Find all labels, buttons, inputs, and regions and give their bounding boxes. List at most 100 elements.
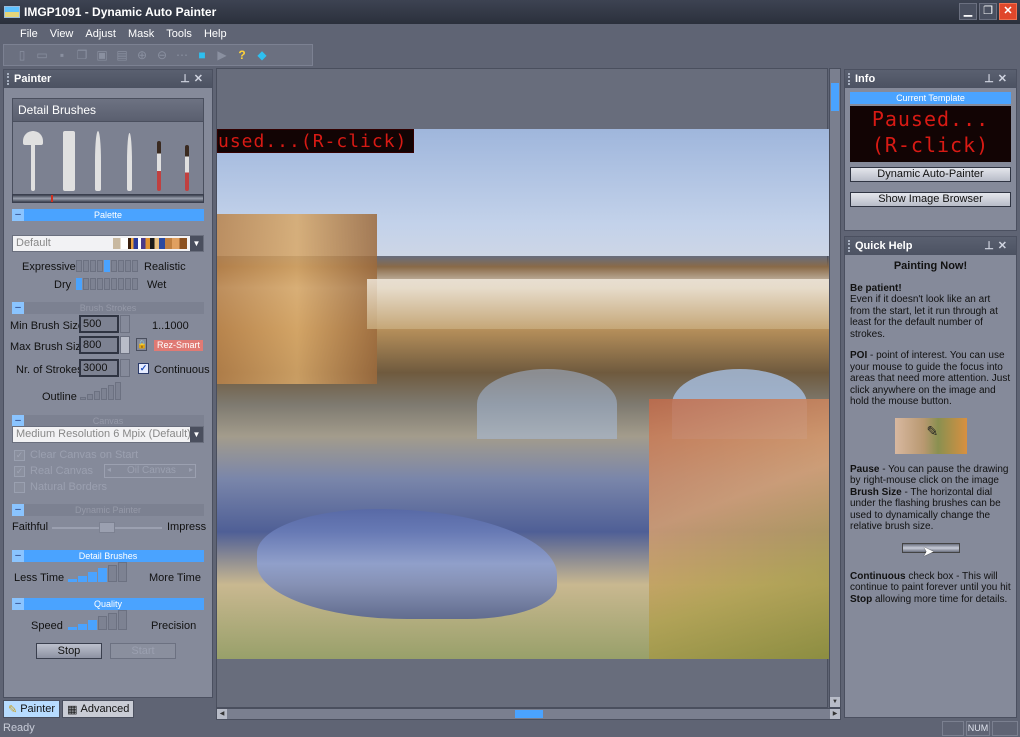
chevron-down-icon[interactable]: ▼ — [190, 427, 203, 442]
tab-painter[interactable]: ✎ Painter — [3, 700, 61, 718]
collapse-icon[interactable]: – — [12, 504, 24, 516]
scroll-thumb[interactable] — [515, 710, 543, 718]
max-brush-input[interactable]: 800 — [79, 336, 119, 354]
chevron-down-icon[interactable]: ▼ — [190, 236, 203, 251]
new-icon[interactable]: ▯ — [14, 47, 30, 63]
panel-title: Painter — [14, 73, 52, 85]
grip-icon[interactable] — [848, 240, 850, 252]
horizontal-scrollbar[interactable]: ◀ ▶ — [216, 708, 841, 720]
min-brush-input[interactable]: 500 — [79, 315, 119, 333]
canvas-type-selector[interactable]: ◂ Oil Canvas ▸ — [104, 464, 196, 478]
menu-adjust[interactable]: Adjust — [79, 28, 122, 40]
copy-icon[interactable]: ❐ — [74, 47, 90, 63]
grip-icon[interactable] — [848, 73, 850, 85]
lock-icon[interactable]: 🔒 — [136, 338, 147, 351]
tab-advanced[interactable]: ▦ Advanced — [62, 700, 135, 718]
real-canvas-checkbox[interactable]: ✓ — [14, 466, 25, 477]
dry-label: Dry — [54, 279, 72, 291]
collapse-icon[interactable]: – — [12, 598, 24, 610]
close-button[interactable]: ✕ — [999, 3, 1017, 20]
restore-button[interactable]: ❐ — [979, 3, 997, 20]
tab-label: Painter — [20, 703, 56, 715]
natural-borders-checkbox[interactable] — [14, 482, 25, 493]
info-panel-header: Info ⊥✕ — [845, 70, 1016, 88]
faithful-label: Faithful — [12, 521, 49, 533]
strokes-spinner[interactable] — [120, 359, 130, 377]
start-button[interactable]: Start — [110, 643, 176, 659]
stop-icon[interactable]: ■ — [194, 47, 210, 63]
pen-cursor-icon: ✎ — [926, 422, 939, 439]
paintbrush-icon: ✎ — [8, 703, 18, 716]
palette-section[interactable]: – Palette — [12, 209, 204, 221]
image-browser-icon[interactable]: ◆ — [254, 47, 270, 63]
detail-level-slider[interactable] — [68, 562, 127, 582]
open-icon[interactable]: ▭ — [34, 47, 50, 63]
dynamic-painter-section[interactable]: – Dynamic Painter — [12, 504, 204, 516]
stop-button[interactable]: Stop — [36, 643, 102, 659]
zoom-out-icon[interactable]: ⊖ — [154, 47, 170, 63]
tab-label: Advanced — [80, 703, 130, 715]
fit-icon[interactable]: ⋯ — [174, 47, 190, 63]
rez-smart-badge[interactable]: Rez-Smart — [154, 340, 204, 351]
brush-strokes-section[interactable]: – Brush Strokes — [12, 302, 204, 314]
brush-size-dial[interactable] — [12, 194, 204, 203]
range-label: 1..1000 — [152, 320, 189, 332]
menu-tools[interactable]: Tools — [160, 28, 198, 40]
less-time-label: Less Time — [14, 572, 65, 584]
max-brush-spinner[interactable] — [120, 336, 130, 354]
quality-section[interactable]: – Quality — [12, 598, 204, 610]
realistic-label: Realistic — [144, 261, 186, 273]
help-icon[interactable]: ? — [234, 47, 250, 63]
scroll-right-icon[interactable]: ▶ — [830, 709, 840, 719]
menu-mask[interactable]: Mask — [122, 28, 160, 40]
collapse-icon[interactable]: – — [12, 209, 24, 221]
min-brush-spinner[interactable] — [120, 315, 130, 333]
scroll-left-icon[interactable]: ◀ — [217, 709, 227, 719]
painting-image[interactable]: used...(R-click) — [217, 129, 829, 659]
strokes-input[interactable]: 3000 — [79, 359, 119, 377]
help-bold: POI — [850, 350, 868, 361]
help-bold: Stop — [850, 593, 873, 605]
close-panel-icon[interactable]: ✕ — [998, 73, 1011, 85]
menu-view[interactable]: View — [44, 28, 80, 40]
pin-icon[interactable]: ⊥ — [984, 73, 998, 85]
next-icon[interactable]: ▸ — [189, 465, 193, 474]
collapse-icon[interactable]: – — [12, 550, 24, 562]
continuous-checkbox[interactable]: ✓ — [138, 363, 149, 374]
scroll-thumb[interactable] — [831, 83, 839, 111]
paste-icon[interactable]: ▣ — [94, 47, 110, 63]
zoom-in-icon[interactable]: ⊕ — [134, 47, 150, 63]
clear-canvas-checkbox[interactable]: ✓ — [14, 450, 25, 461]
wet-label: Wet — [147, 279, 167, 291]
section-title: Palette — [93, 210, 123, 220]
close-panel-icon[interactable]: ✕ — [194, 73, 207, 85]
minimize-button[interactable]: ▁ — [959, 3, 977, 20]
play-icon[interactable]: ▶ — [214, 47, 230, 63]
show-image-browser-button[interactable]: Show Image Browser — [850, 192, 1011, 207]
pin-icon[interactable]: ⊥ — [180, 73, 194, 85]
window-title: IMGP1091 - Dynamic Auto Painter — [24, 5, 217, 19]
toolbar: ▯ ▭ ▪ ❐ ▣ ▤ ⊕ ⊖ ⋯ ■ ▶ ? ◆ — [3, 44, 313, 66]
canvas-resolution-dropdown[interactable]: Medium Resolution 6 Mpix (Default) ▼ — [12, 426, 204, 443]
outline-slider[interactable] — [80, 382, 121, 400]
save-icon[interactable]: ▪ — [54, 47, 70, 63]
prev-icon[interactable]: ◂ — [107, 465, 111, 474]
menu-file[interactable]: File — [14, 28, 44, 40]
vertical-scrollbar[interactable]: ▼ — [829, 68, 841, 708]
menu-help[interactable]: Help — [198, 28, 233, 40]
quality-slider[interactable] — [68, 610, 127, 630]
close-panel-icon[interactable]: ✕ — [998, 240, 1011, 252]
export-icon[interactable]: ▤ — [114, 47, 130, 63]
expressive-realistic-slider[interactable] — [76, 260, 138, 272]
palette-dropdown[interactable]: Default ▼ — [12, 235, 204, 252]
slider-thumb[interactable] — [99, 522, 115, 533]
faithful-impress-slider[interactable] — [52, 522, 162, 533]
dry-wet-slider[interactable] — [76, 278, 138, 290]
collapse-icon[interactable]: – — [12, 302, 24, 314]
detail-brushes-section[interactable]: – Detail Brushes — [12, 550, 204, 562]
template-button[interactable]: Dynamic Auto-Painter — [850, 167, 1011, 182]
grip-icon[interactable] — [7, 73, 9, 85]
pin-icon[interactable]: ⊥ — [984, 240, 998, 252]
canvas-area[interactable]: used...(R-click) — [216, 68, 829, 708]
scroll-down-icon[interactable]: ▼ — [830, 697, 840, 707]
